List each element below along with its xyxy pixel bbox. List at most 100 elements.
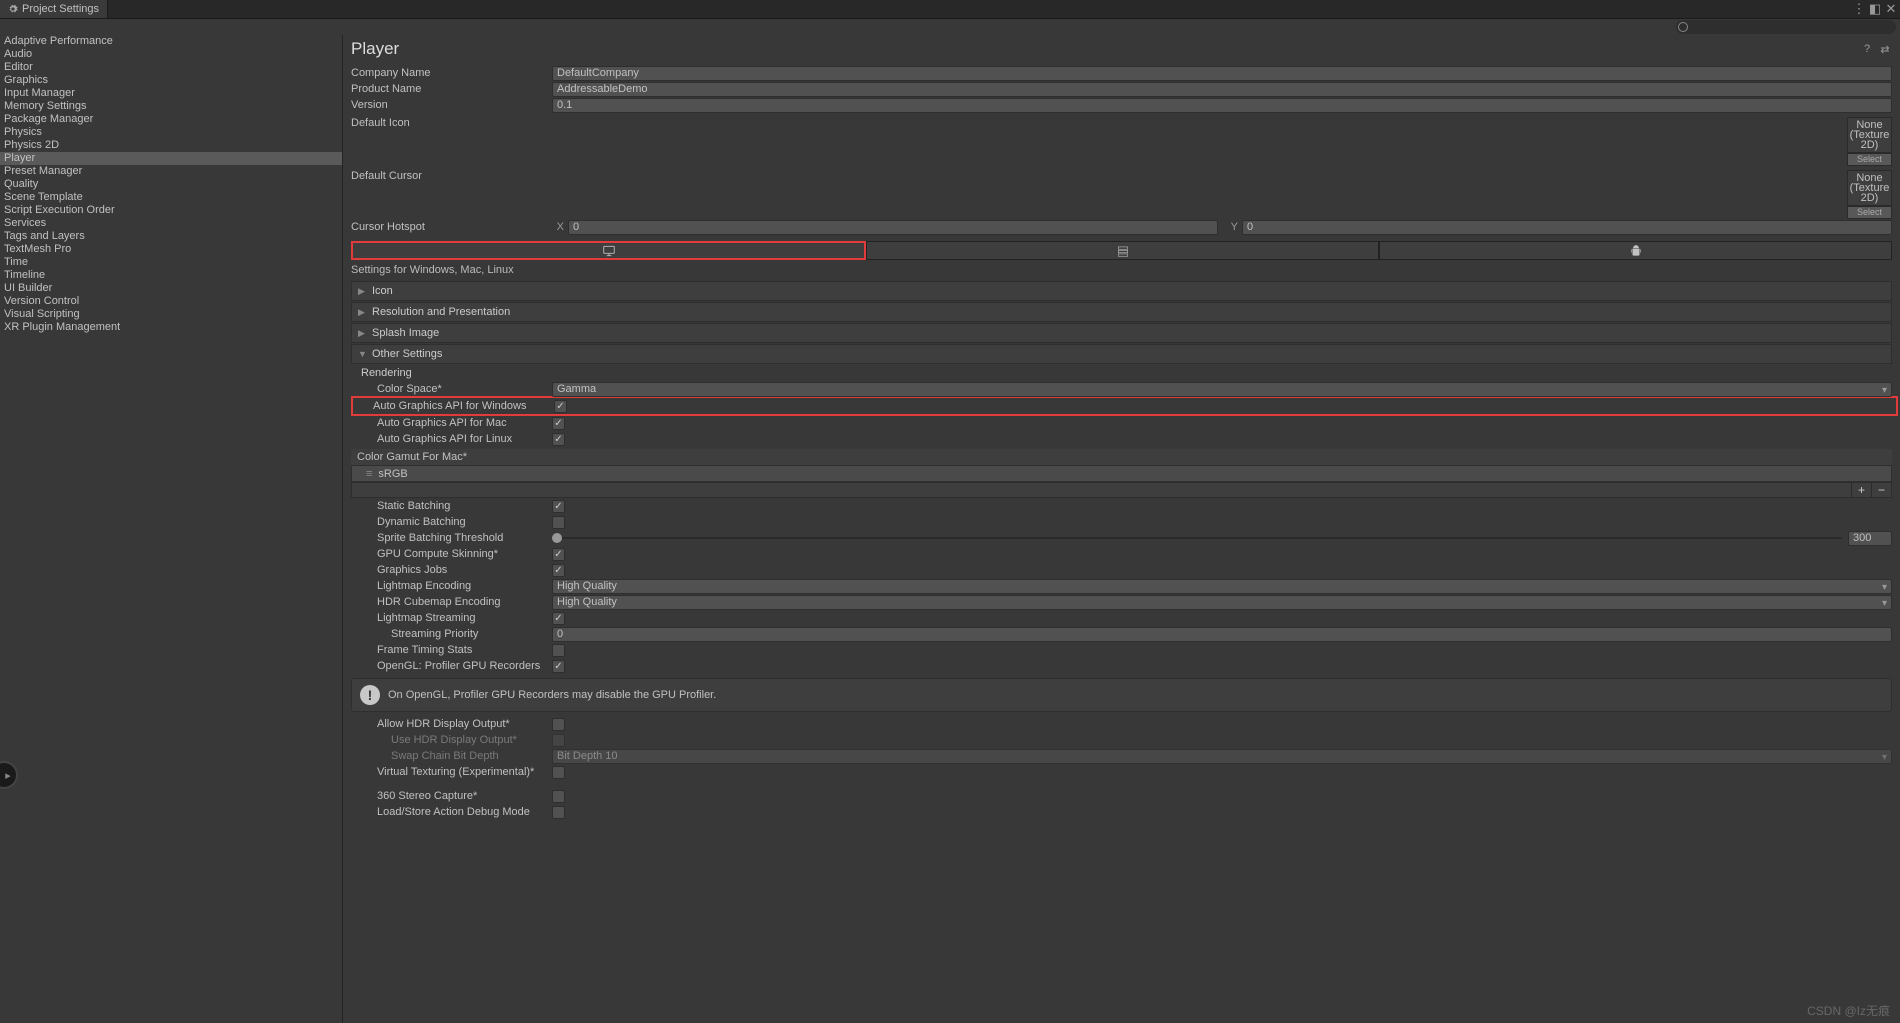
sidebar: Adaptive PerformanceAudioEditorGraphicsI… <box>0 35 343 1023</box>
sidebar-item-audio[interactable]: Audio <box>0 48 342 61</box>
select-icon-button[interactable]: Select <box>1847 153 1892 166</box>
frame-timing-checkbox[interactable] <box>552 644 565 657</box>
sidebar-item-version-control[interactable]: Version Control <box>0 295 342 308</box>
select-cursor-button[interactable]: Select <box>1847 206 1892 219</box>
sidebar-item-timeline[interactable]: Timeline <box>0 269 342 282</box>
use-hdr-checkbox <box>552 734 565 747</box>
product-name-input[interactable] <box>552 82 1892 97</box>
sidebar-item-textmesh-pro[interactable]: TextMesh Pro <box>0 243 342 256</box>
dynamic-batching-label: Dynamic Batching <box>351 516 552 528</box>
color-gamut-item[interactable]: ≡sRGB <box>351 465 1892 482</box>
static-batching-checkbox[interactable] <box>552 500 565 513</box>
menu-icon[interactable]: ⋮ <box>1852 2 1866 16</box>
foldout-other[interactable]: Other Settings <box>351 344 1892 364</box>
lightmap-streaming-label: Lightmap Streaming <box>351 612 552 624</box>
hotspot-y-input[interactable] <box>1242 220 1892 235</box>
frame-timing-label: Frame Timing Stats <box>351 644 552 656</box>
company-name-label: Company Name <box>351 67 552 79</box>
use-hdr-label: Use HDR Display Output* <box>351 734 552 746</box>
auto-gfx-mac-checkbox[interactable] <box>552 417 565 430</box>
sidebar-item-services[interactable]: Services <box>0 217 342 230</box>
platform-tab-standalone[interactable] <box>351 241 866 260</box>
list-footer: +− <box>351 482 1892 498</box>
streaming-priority-input[interactable] <box>552 627 1892 642</box>
hotspot-x-input[interactable] <box>568 220 1218 235</box>
platform-tab-android[interactable] <box>1379 241 1892 260</box>
sidebar-item-package-manager[interactable]: Package Manager <box>0 113 342 126</box>
sidebar-item-quality[interactable]: Quality <box>0 178 342 191</box>
sidebar-item-player[interactable]: Player <box>0 152 342 165</box>
stereo360-label: 360 Stereo Capture* <box>351 790 552 802</box>
sidebar-item-physics[interactable]: Physics <box>0 126 342 139</box>
sprite-batching-slider[interactable] <box>552 537 1842 539</box>
tab-bar: Project Settings ⋮ ◧ ✕ <box>0 0 1900 19</box>
add-button[interactable]: + <box>1851 483 1871 497</box>
foldout-splash[interactable]: Splash Image <box>351 323 1892 343</box>
rendering-title: Rendering <box>345 365 1898 381</box>
foldout-resolution[interactable]: Resolution and Presentation <box>351 302 1892 322</box>
tab-label: Project Settings <box>22 3 99 15</box>
version-label: Version <box>351 99 552 111</box>
auto-gfx-linux-checkbox[interactable] <box>552 433 565 446</box>
sidebar-item-graphics[interactable]: Graphics <box>0 74 342 87</box>
opengl-profiler-checkbox[interactable] <box>552 660 565 673</box>
info-box: ! On OpenGL, Profiler GPU Recorders may … <box>351 678 1892 712</box>
default-cursor-label: Default Cursor <box>351 170 552 182</box>
auto-gfx-mac-label: Auto Graphics API for Mac <box>351 417 552 429</box>
info-text: On OpenGL, Profiler GPU Recorders may di… <box>388 689 716 701</box>
platform-tab-server[interactable] <box>866 241 1379 260</box>
search-input[interactable] <box>1676 20 1896 34</box>
monitor-icon <box>602 244 616 258</box>
search-row <box>0 19 1900 35</box>
color-gamut-label: Color Gamut For Mac* <box>351 449 1892 465</box>
tab-project-settings[interactable]: Project Settings <box>0 0 108 18</box>
sidebar-item-ui-builder[interactable]: UI Builder <box>0 282 342 295</box>
sidebar-item-input-manager[interactable]: Input Manager <box>0 87 342 100</box>
sprite-batching-label: Sprite Batching Threshold <box>351 532 552 544</box>
server-icon <box>1116 244 1130 258</box>
sidebar-item-script-execution-order[interactable]: Script Execution Order <box>0 204 342 217</box>
sidebar-item-visual-scripting[interactable]: Visual Scripting <box>0 308 342 321</box>
preset-icon[interactable]: ⇄ <box>1878 42 1892 56</box>
graphics-jobs-checkbox[interactable] <box>552 564 565 577</box>
sidebar-item-preset-manager[interactable]: Preset Manager <box>0 165 342 178</box>
static-batching-label: Static Batching <box>351 500 552 512</box>
hdr-cubemap-dropdown[interactable]: High Quality <box>552 595 1892 610</box>
allow-hdr-checkbox[interactable] <box>552 718 565 731</box>
dock-icon[interactable]: ◧ <box>1868 2 1882 16</box>
sidebar-item-xr-plugin-management[interactable]: XR Plugin Management <box>0 321 342 334</box>
auto-gfx-win-checkbox[interactable] <box>554 400 567 413</box>
sidebar-item-tags-and-layers[interactable]: Tags and Layers <box>0 230 342 243</box>
sidebar-item-adaptive-performance[interactable]: Adaptive Performance <box>0 35 342 48</box>
stereo360-checkbox[interactable] <box>552 790 565 803</box>
load-store-label: Load/Store Action Debug Mode <box>351 806 552 818</box>
help-icon[interactable]: ? <box>1860 42 1874 56</box>
default-icon-picker[interactable]: None(Texture 2D) <box>1847 117 1892 153</box>
gear-icon <box>8 4 18 14</box>
sidebar-item-physics-2d[interactable]: Physics 2D <box>0 139 342 152</box>
lightmap-streaming-checkbox[interactable] <box>552 612 565 625</box>
company-name-input[interactable] <box>552 66 1892 81</box>
sprite-batching-value[interactable]: 300 <box>1848 531 1892 546</box>
sidebar-item-scene-template[interactable]: Scene Template <box>0 191 342 204</box>
remove-button[interactable]: − <box>1871 483 1891 497</box>
info-icon: ! <box>360 685 380 705</box>
sidebar-item-memory-settings[interactable]: Memory Settings <box>0 100 342 113</box>
close-icon[interactable]: ✕ <box>1884 2 1898 16</box>
color-space-dropdown[interactable]: Gamma <box>552 382 1892 397</box>
virtual-tex-checkbox[interactable] <box>552 766 565 779</box>
gpu-skinning-label: GPU Compute Skinning* <box>351 548 552 560</box>
swap-chain-dropdown: Bit Depth 10 <box>552 749 1892 764</box>
color-space-label: Color Space* <box>351 383 552 395</box>
default-cursor-picker[interactable]: None(Texture 2D) <box>1847 170 1892 206</box>
foldout-icon[interactable]: Icon <box>351 281 1892 301</box>
sidebar-item-editor[interactable]: Editor <box>0 61 342 74</box>
cursor-hotspot-label: Cursor Hotspot <box>351 221 552 233</box>
sidebar-item-time[interactable]: Time <box>0 256 342 269</box>
load-store-checkbox[interactable] <box>552 806 565 819</box>
gpu-skinning-checkbox[interactable] <box>552 548 565 561</box>
lightmap-encoding-dropdown[interactable]: High Quality <box>552 579 1892 594</box>
x-label: X <box>552 221 564 233</box>
version-input[interactable] <box>552 98 1892 113</box>
dynamic-batching-checkbox[interactable] <box>552 516 565 529</box>
